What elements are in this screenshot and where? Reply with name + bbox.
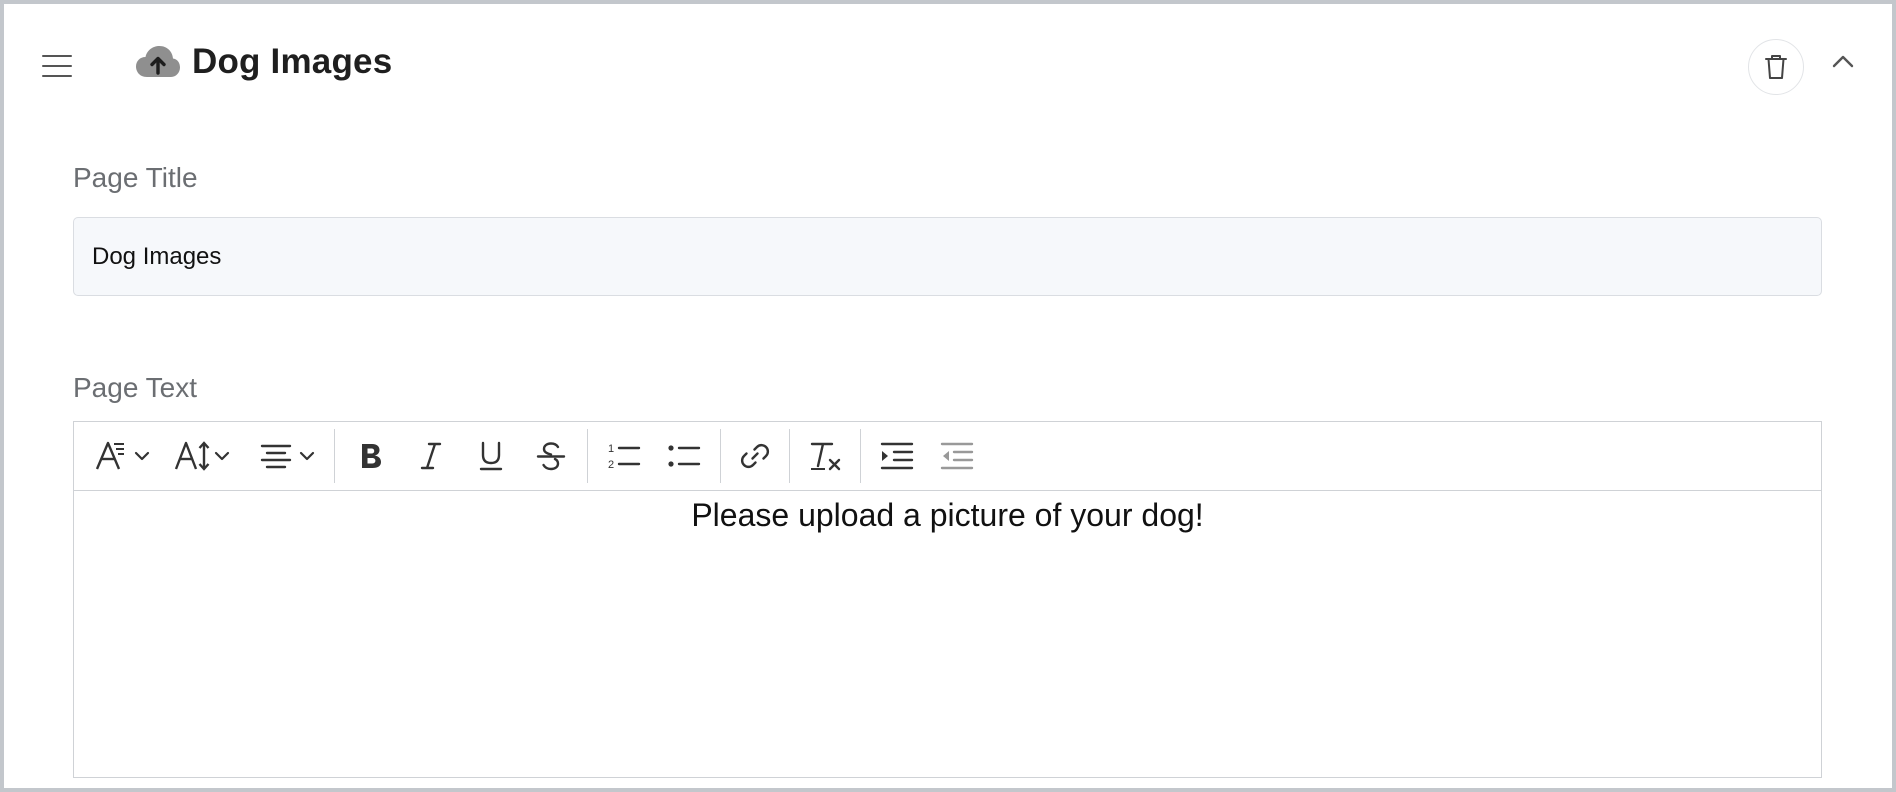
bold-icon [362, 444, 381, 468]
outdent-icon [940, 442, 974, 470]
outdent-button[interactable] [927, 431, 987, 481]
underline-button[interactable] [461, 431, 521, 481]
ordered-list-button[interactable]: 1 2 [594, 431, 654, 481]
font-style-icon [95, 441, 124, 470]
menu-button[interactable] [42, 52, 72, 80]
indent-icon [880, 442, 914, 470]
svg-text:1: 1 [608, 443, 614, 455]
app-window: Dog Images Page Title Page Text [0, 0, 1896, 792]
toolbar-separator [587, 429, 588, 483]
indent-button[interactable] [867, 431, 927, 481]
chevron-up-icon [1832, 55, 1854, 68]
editor-toolbar: 1 2 [74, 422, 1821, 491]
editor-content[interactable]: Please upload a picture of your dog! [74, 491, 1821, 534]
text-align-dropdown[interactable] [246, 431, 328, 481]
bullet-list-icon [668, 445, 701, 467]
chevron-down-icon [299, 451, 315, 461]
clear-format-button[interactable] [796, 431, 854, 481]
chevron-down-icon [134, 451, 150, 461]
hamburger-icon [42, 55, 72, 57]
page-heading: Dog Images [192, 42, 393, 81]
link-button[interactable] [727, 431, 783, 481]
page-title-label: Page Title [73, 162, 198, 193]
text-align-icon [260, 444, 292, 469]
bullet-list-button[interactable] [654, 431, 714, 481]
bold-button[interactable] [341, 431, 401, 481]
header-title: Dog Images [134, 42, 392, 82]
chevron-down-icon [214, 451, 230, 461]
trash-icon [1765, 55, 1787, 79]
font-size-dropdown[interactable] [158, 431, 246, 481]
toolbar-separator [860, 429, 861, 483]
font-size-icon [174, 441, 210, 471]
strikethrough-button[interactable] [521, 431, 581, 481]
ordered-list-icon: 1 2 [608, 443, 641, 471]
toolbar-separator [789, 429, 790, 483]
link-icon [740, 443, 770, 469]
cloud-upload-icon [136, 46, 180, 77]
page-title-input[interactable] [73, 217, 1822, 296]
underline-icon [479, 441, 503, 471]
page-text-label: Page Text [73, 372, 198, 403]
collapse-button[interactable] [1826, 46, 1860, 76]
svg-text:2: 2 [608, 459, 614, 471]
delete-button[interactable] [1748, 39, 1804, 95]
strikethrough-icon [536, 442, 566, 471]
toolbar-separator [334, 429, 335, 483]
italic-icon [420, 442, 442, 470]
toolbar-separator [720, 429, 721, 483]
italic-button[interactable] [401, 431, 461, 481]
font-style-dropdown[interactable] [86, 431, 158, 481]
clear-format-icon [810, 442, 841, 471]
rich-text-editor: 1 2 Please upload a picture of your dog! [73, 421, 1822, 778]
